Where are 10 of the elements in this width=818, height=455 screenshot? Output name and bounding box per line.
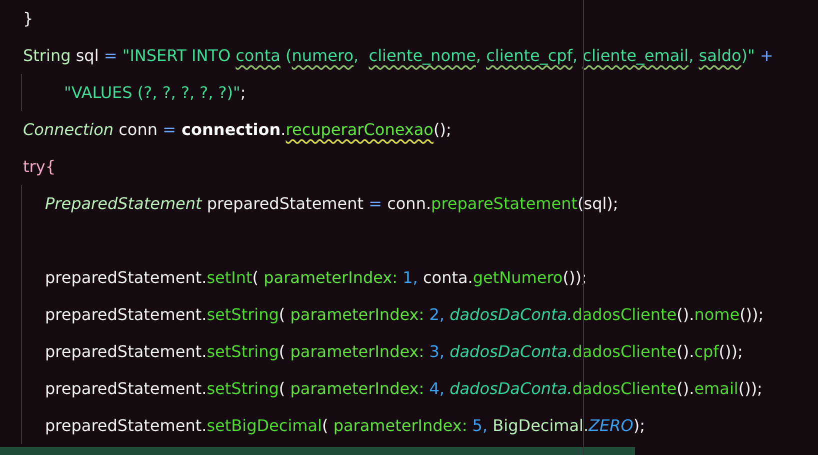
code-line: }	[23, 8, 34, 28]
code-line: preparedStatement.setBigDecimal( parameterIndex: 5, BigDecimal.ZERO);	[45, 416, 645, 436]
code-line: preparedStatement.setString( parameterIndex: 2, dadosDaConta.dadosCliente().nome());	[45, 304, 764, 324]
code-line: "VALUES (?, ?, ?, ?, ?)";	[64, 82, 246, 102]
code-line: try{	[23, 156, 56, 176]
code-line: preparedStatement.setString( parameterIndex: 3, dadosDaConta.dadosCliente().cpf());	[45, 342, 743, 362]
code-line: Connection conn = connection.recuperarConexao();	[23, 120, 452, 140]
code-line: String sql = "INSERT INTO conta (numero, cliente_nome, cliente_cpf, cliente_email, saldo)" +	[23, 46, 774, 66]
code-line: preparedStatement.setString( parameterIndex: 4, dadosDaConta.dadosCliente().email());	[45, 378, 762, 398]
code-line: PreparedStatement preparedStatement = conn.prepareStatement(sql);	[45, 194, 618, 214]
